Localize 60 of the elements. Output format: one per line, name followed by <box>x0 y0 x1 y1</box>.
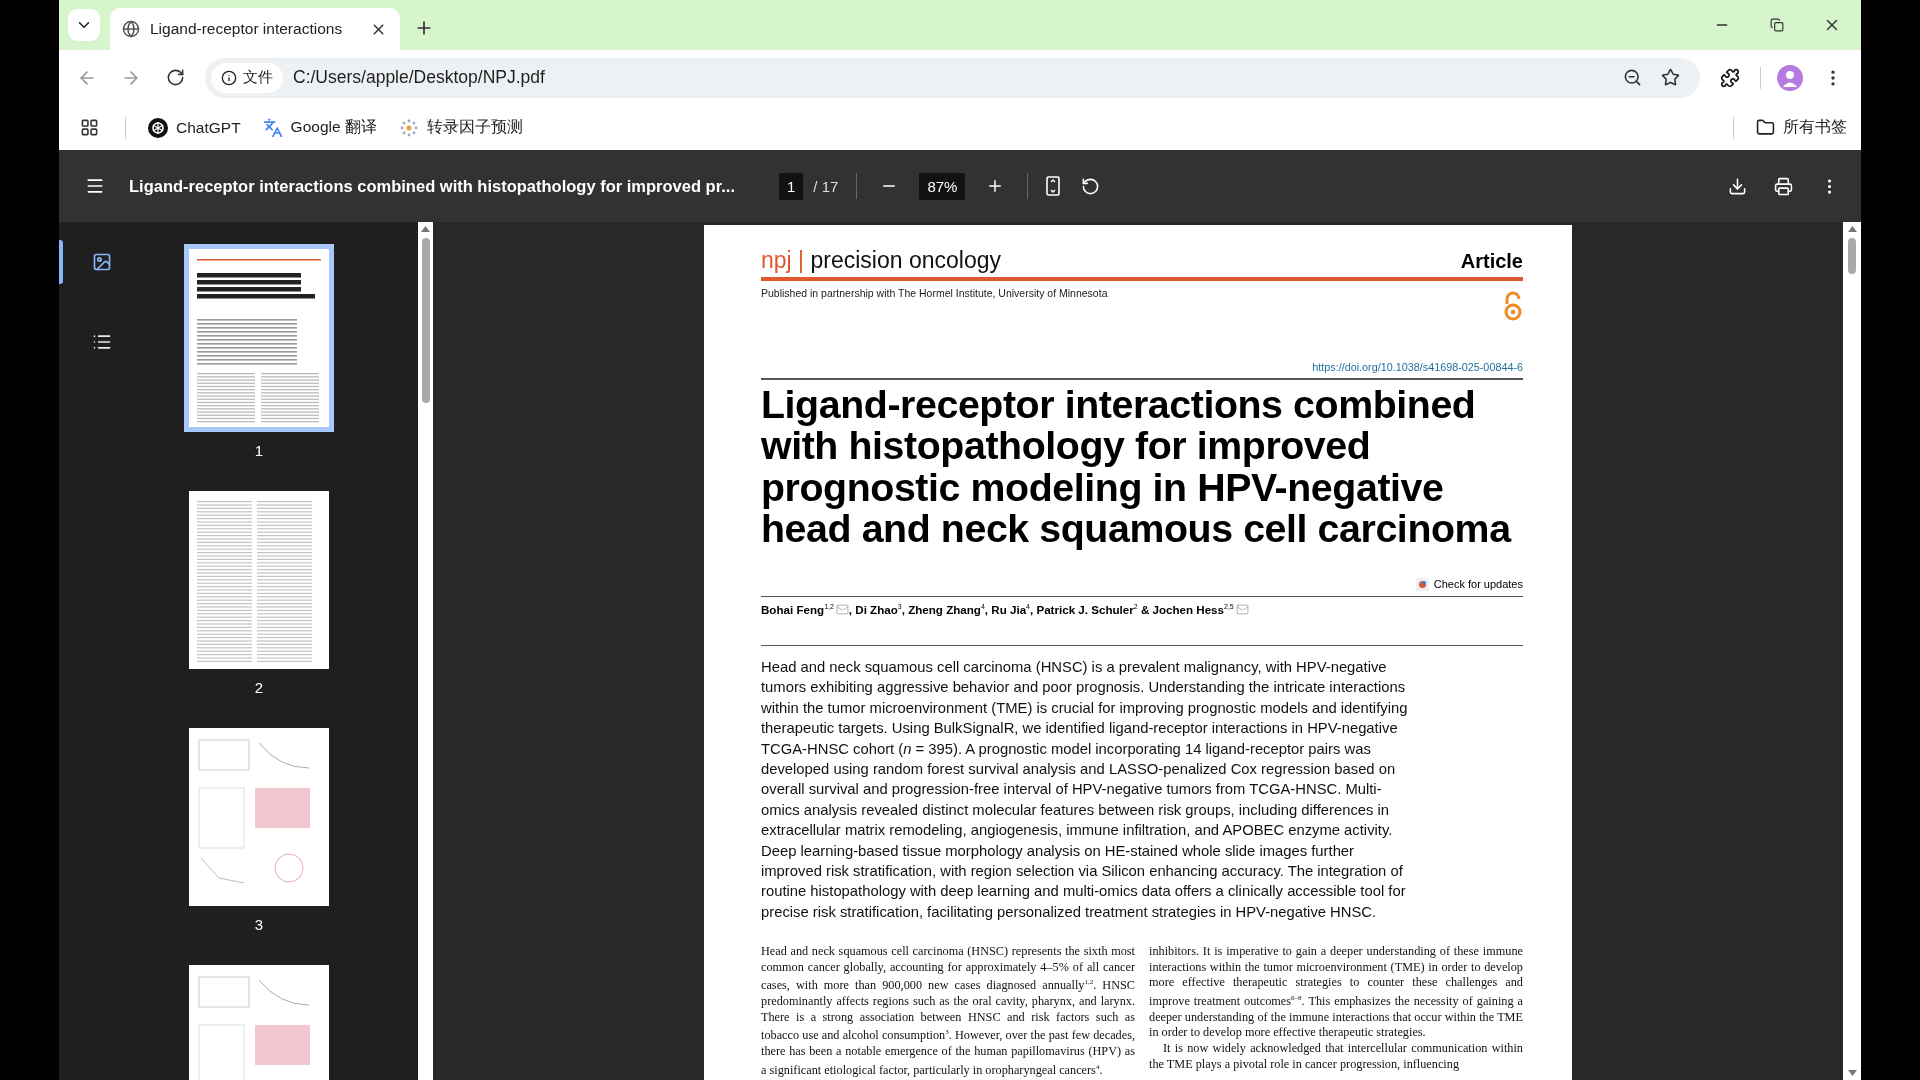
journal-logo: npj | precision oncology <box>761 247 1001 274</box>
site-info-button[interactable]: 文件 <box>211 62 283 93</box>
author-names: , Di Zhao$^{3}$, Zheng Zhang$^{4}$, Ru Jia$^{4}$, Patrick J. Schuler$^{2}$ & Jochen Hess$^{2,5}$ <box>848 602 1234 616</box>
scrollbar[interactable] <box>1843 222 1861 1080</box>
page-number: 1 <box>254 442 264 459</box>
document-title: Ligand-receptor interactions combined with histopathology for improved pr... <box>129 176 736 196</box>
extensions-icon[interactable] <box>1720 67 1740 88</box>
translate-icon <box>262 117 283 138</box>
page-number-field[interactable]: 1 <box>779 172 804 200</box>
page-thumbnail[interactable] <box>184 244 334 432</box>
scrollbar[interactable] <box>418 222 433 1080</box>
tab-title: Ligand-receptor interactions <box>150 20 344 38</box>
zoom-out-icon[interactable] <box>1622 68 1642 87</box>
page-thumbnail[interactable] <box>189 728 329 906</box>
scrollbar-thumb[interactable] <box>421 238 430 403</box>
menu-icon[interactable] <box>85 176 105 196</box>
page-thumbnail[interactable] <box>189 491 329 669</box>
update-badge-icon[interactable] <box>1415 577 1429 591</box>
author-names: Bohai Feng$^{1,2}$ <box>761 602 834 616</box>
page-number: 2 <box>254 679 264 696</box>
address-bar[interactable]: 文件 C:/Users/apple/Desktop/NPJ.pdf <box>205 57 1700 98</box>
article-title: Ligand-receptor interactions combined with histopathology for improved prognostic modeling in HPV-negative head and neck squamous cell carcinoma <box>761 383 1513 550</box>
info-icon <box>221 69 237 86</box>
bookmark-link[interactable]: 转录因子预测 <box>398 117 523 138</box>
zoom-field[interactable]: 87% <box>919 172 966 200</box>
image-icon <box>91 252 112 272</box>
restore-icon[interactable] <box>1770 18 1784 32</box>
star-icon[interactable] <box>1660 68 1680 87</box>
abstract-text: Head and neck squamous cell carcinoma (HNSC) is a prevalent malignancy, with HPV-negative tumors exhibiting aggressive behavior and poor prognosis. Understanding the intricate interactions within the tumor microenvironment (TME) is crucial for improving prognostic models and identifying therapeutic targets. Using BulkSignalR, we identified ligand-receptor interactions in HPV-negative TCGA-HNSC cohort (n = 395). A prognostic model incorporating 14 ligand-receptor pairs was developed using random forest survival analysis and LASSO-penalized Cox regression based on overall survival and progression-free interval of HPV-negative tumors from TCGA-HNSC. Multi-omics analysis revealed distinct molecular features between risk groups, including differences in extracellular matrix remodeling, angiogenesis, immune infiltration, and APOBEC enzyme activity. Deep learning-based tissue morphology analysis on HE-stained whole slide images further improved risk stratification, with region selection via Silicon enhancing accuracy. The integration of routine histopathology with deep learning and multi-omics data offers a clinically accessible tool for precise risk stratification, facilitating personalized treatment strategies in HPV-negative HNSC. <box>761 658 1409 922</box>
scroll-up-icon[interactable] <box>421 226 430 232</box>
browser-tab[interactable]: Ligand-receptor interactions <box>110 8 400 50</box>
reload-icon[interactable] <box>165 68 185 87</box>
body-paragraph: Head and neck squamous cell carcinoma (HNSC) represents the sixth most common cancer globally, accounting for approximately 4–5% of all cancer cases, with more than 900,000 new cases diagnosed annually$^{1,2}$. HNSC predominantly affects regions such as the oral cavity, pharynx, and larynx. There is a strong association between HNSC and risk factors such as tobacco use and alcohol consumption$^{3}$. However, over the past few decades, there has been a notable emergence of the human papillomavirus (HPV) as a significant etiological factor, particularly in oropharyngeal cancers$^{4}$. <box>761 944 1135 1079</box>
check-updates-link[interactable]: Check for updates <box>1433 578 1523 590</box>
page-number: 3 <box>254 916 264 933</box>
url-text: C:/Users/apple/Desktop/NPJ.pdf <box>293 67 546 88</box>
download-icon[interactable] <box>1727 176 1747 196</box>
bookmark-link[interactable]: Google 翻译 <box>262 117 377 138</box>
article-type: Article <box>1460 250 1523 273</box>
folder-icon <box>1756 118 1775 137</box>
fit-page-icon[interactable] <box>1046 176 1061 196</box>
globe-icon <box>122 20 140 38</box>
print-icon[interactable] <box>1773 176 1793 196</box>
body-paragraph: It is now widely acknowledged that intercellular communication within the TME plays a pivotal role in cancer progression, influencing <box>1149 1040 1523 1073</box>
partnership-text: Published in partnership with The Hormel Institute, University of Minnesota <box>761 287 1108 299</box>
page-count: / 17 <box>813 177 839 195</box>
all-bookmarks-button[interactable]: 所有书签 <box>1756 117 1847 138</box>
doi-link[interactable]: https://doi.org/10.1038/s41698-025-00844-6 <box>761 361 1523 373</box>
rotate-icon[interactable] <box>1080 176 1100 196</box>
bookmark-link[interactable]: ChatGPT <box>148 117 241 138</box>
list-icon <box>91 332 112 352</box>
open-access-icon <box>1503 291 1523 321</box>
scrollbar-thumb[interactable] <box>1848 238 1856 274</box>
bookmark-logo-icon <box>148 117 168 138</box>
apps-icon[interactable] <box>79 118 99 137</box>
scroll-down-icon[interactable] <box>1847 1070 1857 1076</box>
avatar-icon[interactable] <box>1777 64 1803 91</box>
sparkle-icon <box>398 117 419 138</box>
body-paragraph: inhibitors. It is imperative to gain a deeper understanding of these immune interactions within the tumor microenvironment (TME) in order to develop more effective therapeutic strategies to counter these challenges and improve treatment outcomes$^{6–8}$. This emphasizes the necessity of gaining a deeper understanding of the immune interactions that occur within the TME in order to develop more effective therapeutic strategies. <box>1149 944 1523 1041</box>
scroll-up-icon[interactable] <box>1847 226 1857 232</box>
